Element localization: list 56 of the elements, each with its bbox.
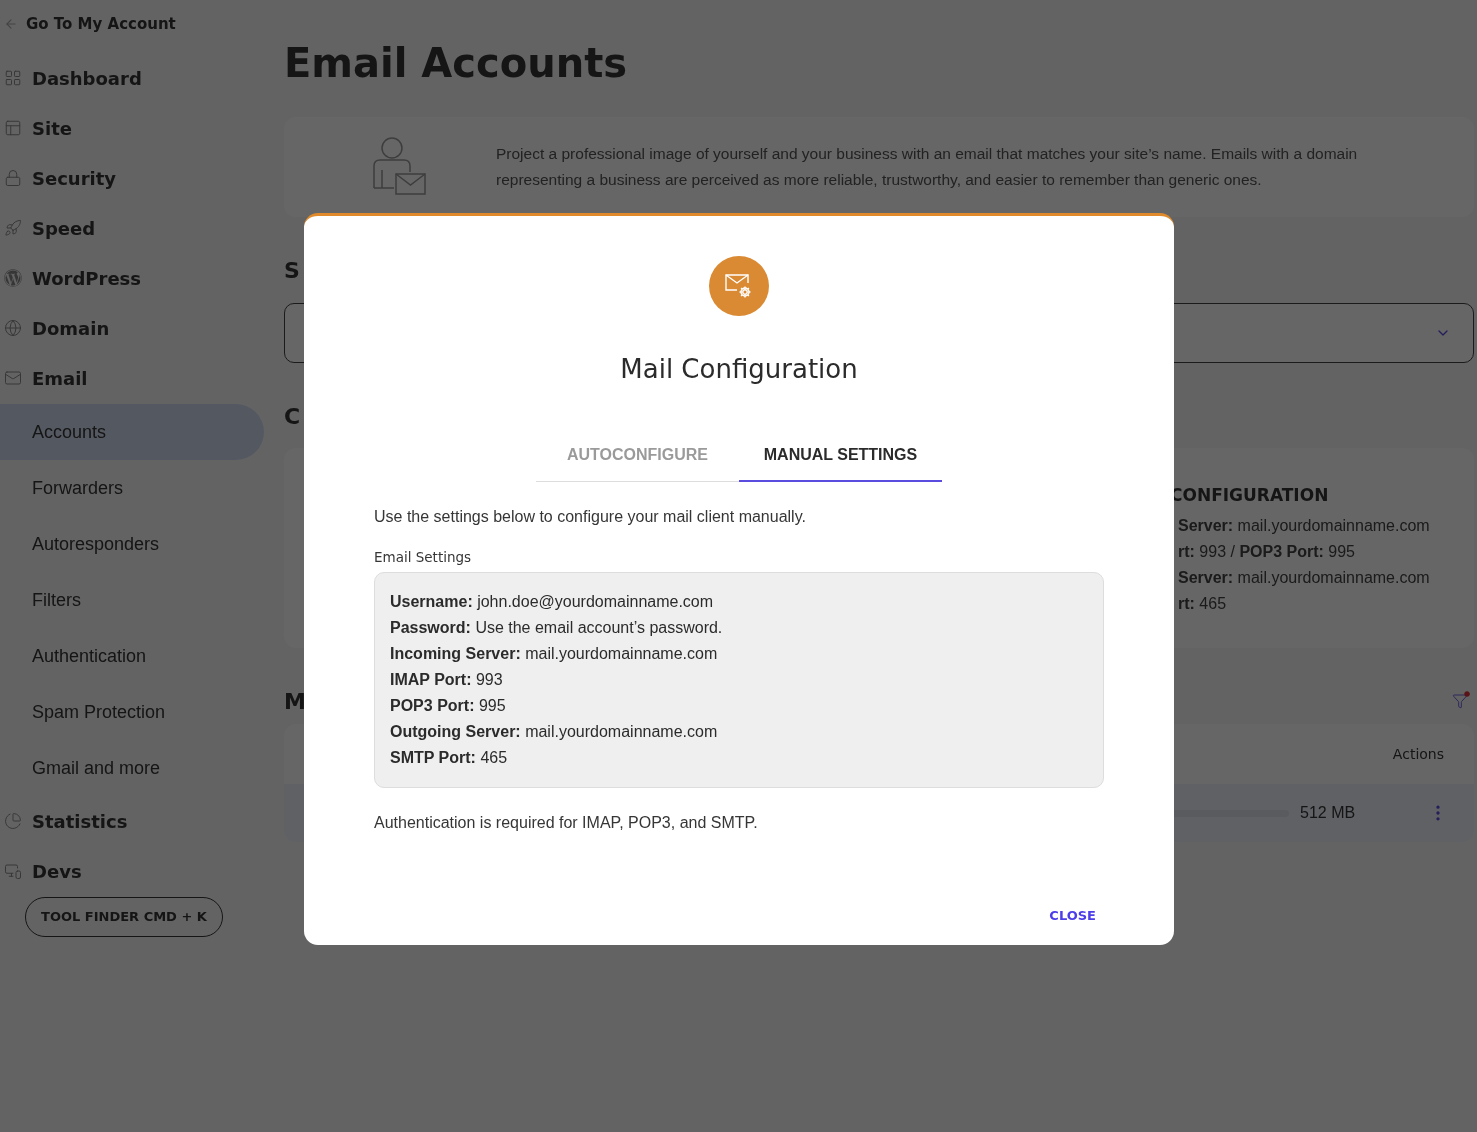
sidebar-item[interactable]: Security [0, 153, 264, 203]
back-arrow-icon [4, 17, 18, 31]
setting-line: Password: Use the email account’s password. [390, 618, 724, 638]
sidebar-item[interactable]: Statistics [0, 796, 264, 846]
grid-icon [4, 69, 22, 87]
person-mail-icon [372, 136, 428, 198]
sidebar-subitem[interactable]: Autoresponders [0, 516, 264, 572]
setting-line: IMAP Port: 993 [390, 670, 504, 690]
setting-line: SMTP Port: 465 [390, 748, 509, 768]
layout-icon [4, 119, 22, 137]
dialog-title: Mail Configuration [620, 353, 858, 386]
setting-line: Username: john.doe@yourdomainname.com [390, 592, 715, 612]
setting-line: Incoming Server: mail.yourdomainname.com [390, 644, 719, 664]
section-heading: S [284, 257, 300, 285]
sidebar-subitem[interactable]: Spam Protection [0, 684, 264, 740]
filter-icon[interactable] [1452, 693, 1468, 711]
sidebar-subitem[interactable]: Authentication [0, 628, 264, 684]
sidebar-subitem[interactable]: Accounts [0, 404, 264, 460]
sidebar-item[interactable]: Devs [0, 846, 264, 896]
monitor-icon [4, 862, 22, 880]
lock-icon [4, 169, 22, 187]
pie-chart-icon [4, 812, 22, 830]
auth-note: Authentication is required for IMAP, POP3, and SMTP. [374, 813, 759, 833]
config-line: Server: mail.yourdomainname.com [1177, 516, 1430, 536]
sidebar-item[interactable]: Dashboard [0, 53, 264, 103]
dialog-description: Use the settings below to configure your mail client manually. [374, 507, 807, 527]
intro-text: Project a professional image of yourself and your business with an email that matches your site’s name. Emails with a domain representing a business are perceived as more reliable, trustworthy, and easier to remember than generic ones. [496, 144, 1359, 190]
settings-label: Email Settings [374, 548, 473, 566]
config-line: Server: mail.yourdomainname.com [1177, 568, 1430, 588]
setting-line: Outgoing Server: mail.yourdomainname.com [390, 722, 719, 742]
tab[interactable]: AUTOCONFIGURE [536, 438, 739, 482]
config-line: rt: 465 [1177, 594, 1228, 614]
sidebar-subitem[interactable]: Gmail and more [0, 740, 264, 796]
tab[interactable]: MANUAL SETTINGS [739, 438, 942, 482]
setting-line: POP3 Port: 995 [390, 696, 507, 716]
column-header: Actions [1392, 744, 1444, 764]
config-line: rt: 993 / POP3 Port: 995 [1177, 542, 1356, 562]
globe-icon [4, 319, 22, 337]
config-title: CONFIGURATION [1170, 484, 1330, 507]
rocket-icon [4, 219, 22, 237]
sidebar-item[interactable]: Site [0, 103, 264, 153]
sidebar-item[interactable]: WordPress [0, 253, 264, 303]
back-link[interactable]: Go To My Account [0, 12, 264, 36]
mail-icon [4, 369, 22, 387]
quota-cell-text: 512 MB [1300, 803, 1357, 823]
sidebar-item[interactable]: Domain [0, 303, 264, 353]
sidebar-item[interactable]: Email [0, 353, 264, 403]
sidebar-subitem[interactable]: Forwarders [0, 460, 264, 516]
sidebar-subitem[interactable]: Filters [0, 572, 264, 628]
sidebar-item[interactable]: Speed [0, 203, 264, 253]
section-heading: C [284, 403, 301, 431]
mail-settings-icon [709, 256, 769, 316]
page-title: Email Accounts [284, 39, 629, 88]
close-button[interactable]: CLOSE [1041, 902, 1104, 930]
wordpress-icon [4, 269, 22, 287]
section-heading: M [284, 688, 306, 716]
